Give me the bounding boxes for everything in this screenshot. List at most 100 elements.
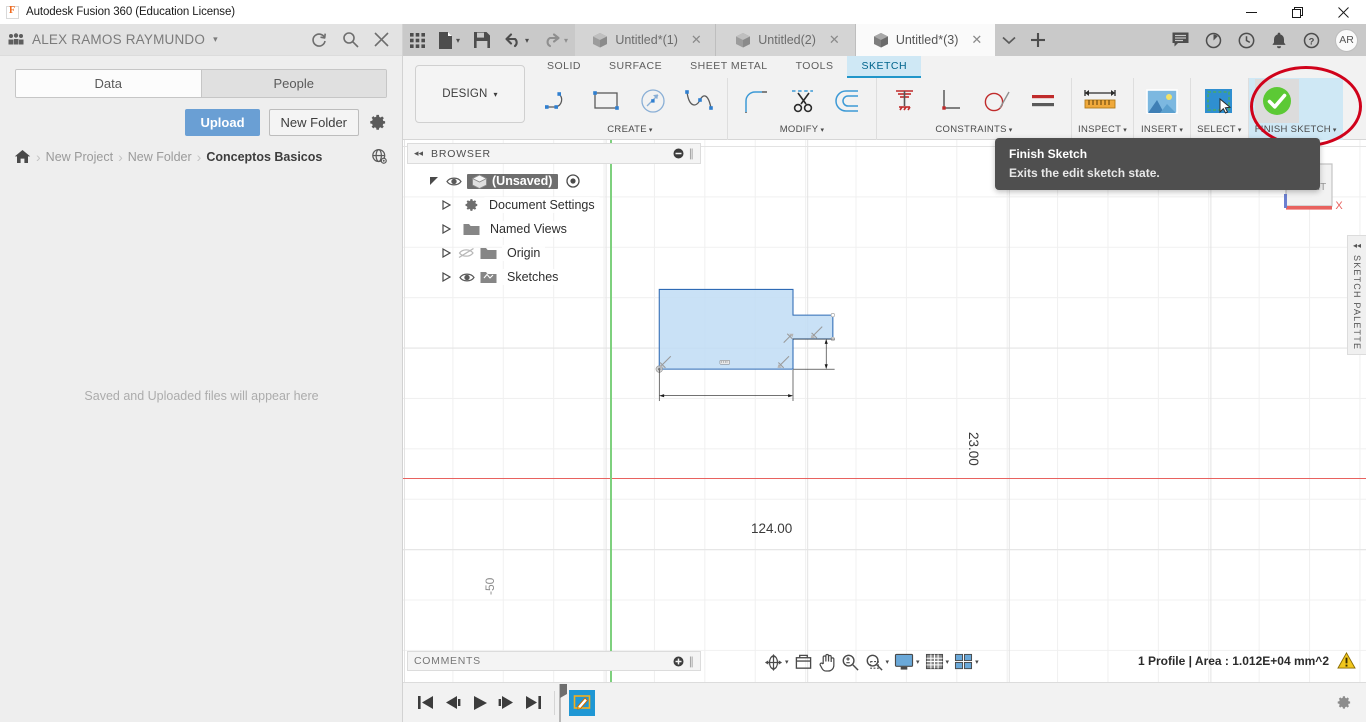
sketch-profile-geometry[interactable] — [593, 285, 993, 471]
active-team-name[interactable]: ALEX RAMOS RAYMUNDO — [32, 32, 205, 47]
ribbon-group-create-label[interactable]: CREATE ▾ — [539, 124, 721, 137]
chevron-down-icon[interactable]: ▾ — [886, 658, 890, 666]
expand-arrow-icon[interactable] — [440, 248, 453, 258]
close-icon[interactable] — [1320, 0, 1366, 24]
tab-tools[interactable]: TOOLS — [782, 56, 848, 78]
sketch-offset-icon[interactable] — [826, 79, 870, 123]
sketch-trim-icon[interactable] — [780, 79, 824, 123]
zoom-icon[interactable] — [839, 651, 862, 674]
chevron-down-icon[interactable]: ▾ — [213, 34, 218, 45]
minimize-icon[interactable] — [1228, 0, 1274, 24]
chevron-down-icon[interactable]: ▾ — [564, 36, 568, 45]
comment-icon[interactable] — [1165, 24, 1196, 56]
resize-grip-icon[interactable]: ∥ — [689, 147, 695, 160]
browser-node-unsaved[interactable]: (Unsaved) — [407, 169, 701, 193]
ribbon-group-insert-label[interactable]: INSERT ▾ — [1140, 124, 1184, 137]
expand-arrow-icon[interactable] — [427, 176, 440, 186]
finish-sketch-check-icon[interactable] — [1254, 79, 1299, 123]
measure-ruler-icon[interactable] — [1078, 79, 1122, 123]
avatar[interactable]: AR — [1335, 28, 1358, 52]
activate-component-icon[interactable] — [566, 174, 581, 188]
chevron-down-icon[interactable]: ▾ — [946, 658, 950, 666]
plus-icon[interactable] — [1023, 24, 1053, 56]
constraint-equal-icon[interactable] — [1021, 79, 1065, 123]
tab-people[interactable]: People — [200, 70, 386, 97]
go-to-end-icon[interactable] — [525, 695, 542, 710]
resize-grip-icon[interactable]: ∥ — [689, 655, 695, 668]
chevron-down-icon[interactable]: ▾ — [916, 658, 920, 666]
notification-bell-icon[interactable] — [1264, 24, 1294, 56]
expand-arrow-icon[interactable] — [440, 224, 453, 234]
close-icon[interactable]: ✕ — [829, 32, 840, 48]
pan-icon[interactable] — [816, 651, 838, 674]
dimension-label-124[interactable]: 124.00 — [751, 521, 792, 536]
step-forward-icon[interactable] — [498, 695, 515, 710]
chevron-down-icon[interactable] — [995, 24, 1023, 56]
expand-arrow-icon[interactable] — [440, 272, 453, 282]
chevron-down-icon[interactable]: ▾ — [456, 36, 460, 45]
refresh-icon[interactable] — [310, 31, 328, 49]
viewports-icon[interactable]: ▾ — [952, 651, 981, 673]
visibility-eye-icon[interactable] — [445, 176, 462, 187]
workspace-switcher-design[interactable]: DESIGN ▾ — [415, 65, 525, 123]
display-settings-icon[interactable]: ▾ — [892, 651, 922, 673]
play-icon[interactable] — [471, 695, 488, 711]
dimension-label-23[interactable]: 23.00 — [966, 432, 981, 466]
breadcrumb-item-new-folder[interactable]: New Folder — [128, 150, 192, 164]
close-data-panel-icon[interactable] — [373, 31, 390, 48]
gear-icon[interactable] — [368, 113, 387, 132]
collapse-left-icon[interactable]: ◂◂ — [414, 148, 423, 159]
browser-node-sketches[interactable]: Sketches — [407, 265, 701, 289]
chevron-down-icon[interactable]: ▾ — [975, 658, 979, 666]
sketch-spline-icon[interactable] — [677, 79, 721, 123]
insert-image-icon[interactable] — [1140, 79, 1184, 123]
constraint-perpendicular-icon[interactable] — [929, 79, 973, 123]
sketch-arc-icon[interactable] — [539, 79, 583, 123]
sketch-rectangle-icon[interactable] — [585, 79, 629, 123]
globe-share-icon[interactable] — [371, 148, 388, 165]
sketch-palette-collapsed-tab[interactable]: ◂◂ SKETCH PALETTE — [1347, 235, 1366, 355]
constraint-tangent-icon[interactable] — [975, 79, 1019, 123]
expand-arrow-icon[interactable] — [440, 200, 453, 210]
tab-surface[interactable]: SURFACE — [595, 56, 676, 78]
ribbon-group-modify-label[interactable]: MODIFY ▾ — [734, 124, 870, 137]
sketch-fillet-icon[interactable] — [734, 79, 778, 123]
finish-sketch-label[interactable]: FINISH SKETCH ▾ — [1255, 124, 1337, 137]
redo-icon[interactable]: ▾ — [536, 24, 575, 56]
warning-triangle-icon[interactable] — [1337, 652, 1356, 669]
close-icon[interactable]: ✕ — [691, 32, 702, 48]
ribbon-group-constraints-label[interactable]: CONSTRAINTS ▾ — [883, 124, 1065, 137]
tab-sheet-metal[interactable]: SHEET METAL — [676, 56, 781, 78]
selection-window-icon[interactable] — [1197, 79, 1241, 123]
tab-sketch[interactable]: SKETCH — [847, 56, 922, 78]
orbit-icon[interactable]: ▾ — [762, 651, 791, 674]
grid-snaps-icon[interactable]: ▾ — [923, 651, 952, 673]
search-icon[interactable] — [342, 31, 359, 48]
tab-solid[interactable]: SOLID — [533, 56, 595, 78]
tab-data[interactable]: Data — [16, 70, 201, 97]
add-comment-icon[interactable] — [673, 656, 684, 667]
browser-node-named-views[interactable]: Named Views — [407, 217, 701, 241]
document-tab-untitled-2[interactable]: Untitled(2) ✕ — [715, 24, 856, 56]
grid-apps-icon[interactable] — [403, 24, 432, 56]
breadcrumb-item-new-project[interactable]: New Project — [46, 150, 113, 164]
comments-bar[interactable]: COMMENTS ∥ — [407, 651, 701, 671]
save-icon[interactable] — [467, 24, 497, 56]
chevron-down-icon[interactable]: ▾ — [525, 36, 529, 45]
ribbon-group-inspect-label[interactable]: INSPECT ▾ — [1078, 124, 1127, 137]
timeline-feature-sketch[interactable] — [569, 689, 595, 716]
minimize-circle-icon[interactable] — [673, 148, 684, 159]
job-status-icon[interactable] — [1198, 24, 1229, 56]
timeline-marker[interactable] — [553, 682, 567, 722]
document-tab-untitled-1[interactable]: Untitled*(1) ✕ — [575, 24, 716, 56]
home-icon[interactable] — [14, 149, 31, 164]
visibility-eye-off-icon[interactable] — [458, 247, 475, 259]
document-tab-untitled-3[interactable]: Untitled*(3) ✕ — [855, 24, 996, 56]
new-folder-button[interactable]: New Folder — [268, 109, 359, 136]
upload-button[interactable]: Upload — [185, 109, 260, 136]
chevron-down-icon[interactable]: ▾ — [785, 658, 789, 666]
look-at-icon[interactable] — [792, 651, 815, 673]
visibility-eye-icon[interactable] — [458, 272, 475, 283]
constraint-ground-icon[interactable] — [883, 79, 927, 123]
undo-icon[interactable]: ▾ — [497, 24, 536, 56]
